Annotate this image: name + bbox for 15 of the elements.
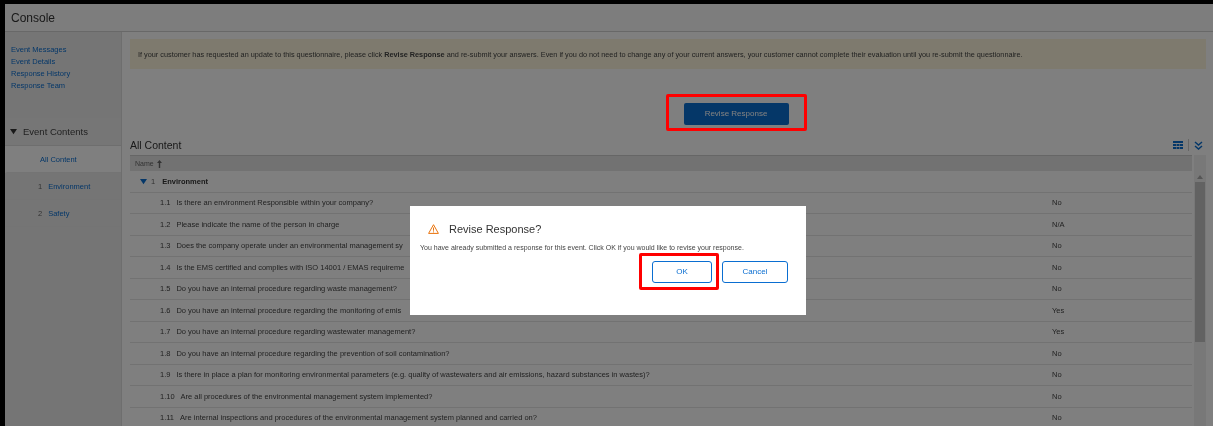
caret-icon[interactable] [140, 177, 147, 185]
warning-icon [428, 224, 439, 234]
scroll-up-icon[interactable] [1197, 175, 1203, 179]
table-icon[interactable] [1173, 141, 1183, 149]
cancel-button[interactable]: Cancel [722, 260, 788, 283]
page-title: Console [11, 10, 56, 25]
section-title: Event Contents [23, 126, 88, 137]
scroll-thumb[interactable] [1195, 182, 1205, 342]
sort-up-icon[interactable] [156, 159, 162, 168]
ok-button[interactable]: OK [652, 260, 712, 283]
dialog-title: Revise Response? [449, 223, 542, 235]
revise-response-button[interactable]: Revise Response [683, 102, 789, 125]
double-chevron-down-icon[interactable] [1194, 140, 1203, 150]
scrollbar[interactable] [1194, 155, 1206, 426]
content-title: All Content [130, 139, 182, 151]
